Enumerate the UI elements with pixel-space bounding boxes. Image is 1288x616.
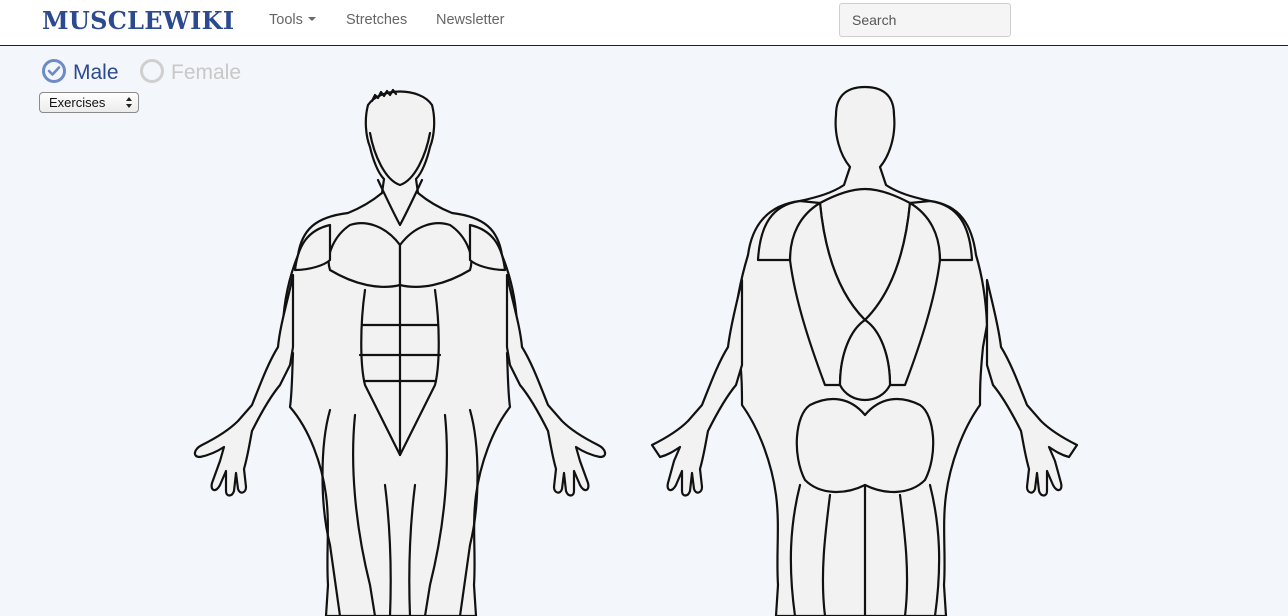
gender-label-male: Male bbox=[73, 60, 119, 84]
radio-unchecked-icon bbox=[140, 59, 164, 83]
mode-select[interactable]: Exercises bbox=[39, 92, 139, 113]
front-left-arm[interactable] bbox=[193, 273, 295, 497]
gender-label-female: Female bbox=[171, 60, 242, 84]
front-right-arm[interactable] bbox=[505, 273, 607, 497]
front-shoulder-left[interactable] bbox=[293, 223, 332, 272]
navbar: MUSCLEWIKI Tools Stretches Newsletter bbox=[0, 0, 1288, 46]
check-circle-icon bbox=[42, 59, 66, 83]
search-input[interactable] bbox=[839, 3, 1011, 37]
nav-newsletter[interactable]: Newsletter bbox=[436, 12, 505, 28]
select-arrows-icon bbox=[126, 97, 132, 108]
mode-select-value: Exercises bbox=[49, 95, 106, 110]
back-left-arm[interactable] bbox=[650, 278, 744, 497]
nav-tools-dropdown[interactable]: Tools bbox=[269, 12, 316, 28]
front-body-figure bbox=[193, 88, 607, 616]
back-body-figure bbox=[650, 85, 1079, 616]
back-right-arm[interactable] bbox=[985, 278, 1079, 497]
brand-logo[interactable]: MUSCLEWIKI bbox=[42, 6, 234, 35]
nav-tools-label: Tools bbox=[269, 12, 303, 28]
gender-option-male[interactable]: Male bbox=[42, 57, 119, 85]
nav-stretches[interactable]: Stretches bbox=[346, 12, 407, 28]
caret-down-icon bbox=[307, 17, 316, 21]
gender-option-female[interactable]: Female bbox=[140, 57, 241, 85]
front-shoulder-right[interactable] bbox=[468, 223, 507, 272]
